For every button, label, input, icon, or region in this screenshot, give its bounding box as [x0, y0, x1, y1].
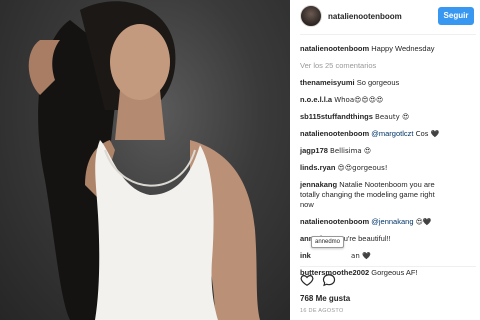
follow-button[interactable]: Seguir [438, 7, 474, 25]
comment-row: linds.ryan 😍😍gorgeous! [300, 163, 476, 173]
caption-user[interactable]: natalienootenboom [300, 44, 369, 53]
view-all-comments-link[interactable]: Ver los 25 comentarios [300, 61, 476, 71]
comment-text: Bellisima 😍 [330, 147, 372, 155]
post-details-panel: natalienootenboom Seguir natalienootenbo… [290, 0, 480, 320]
comment-text-continued: totally changing the modeling game right [300, 190, 435, 199]
speech-bubble-icon[interactable] [322, 273, 336, 287]
likes-count[interactable]: 768 Me gusta [300, 294, 350, 303]
header-username[interactable]: natalienootenboom [328, 12, 438, 21]
portrait-illustration [28, 1, 260, 320]
comment-mention[interactable]: @margotlczt [371, 129, 413, 138]
comment-row: jennakang Natalie Nootenboom you are [300, 180, 476, 190]
comment-row: n.o.e.l.l.a Whoa😍😍😍😍 [300, 95, 476, 105]
comment-row: natalienootenboom @margotlczt Cos 🖤 [300, 129, 476, 139]
comment-row: thenameisyumi So gorgeous [300, 78, 476, 88]
comment-text: Natalie Nootenboom you are [339, 180, 435, 189]
comment-user[interactable]: natalienootenboom [300, 217, 369, 226]
actions-divider [300, 266, 476, 267]
comment-text: 😍🖤 [415, 218, 432, 226]
comment-user[interactable]: linds.ryan [300, 163, 335, 172]
post-actions [300, 272, 344, 288]
comment-user[interactable]: sb115stuffandthings [300, 112, 373, 121]
comment-user[interactable]: natalienootenboom [300, 129, 369, 138]
comment-text: Whoa😍😍😍😍 [334, 96, 384, 104]
comment-user[interactable]: n.o.e.l.l.a [300, 95, 332, 104]
comment-text: an 🖤 [351, 252, 371, 260]
comment-mention[interactable]: @jennakang [371, 217, 413, 226]
comment-text: Beauty 😍 [375, 113, 410, 121]
comment-text: Cos 🖤 [415, 130, 440, 138]
comment-user[interactable]: jagp178 [300, 146, 328, 155]
comment-user[interactable]: ink [300, 251, 311, 260]
caption: natalienootenboom Happy Wednesday [300, 44, 476, 54]
comment-text: So gorgeous [356, 78, 400, 87]
post-header: natalienootenboom Seguir [290, 0, 480, 32]
comment-text-continued: now [300, 200, 314, 209]
comment-text: 😍😍gorgeous! [337, 164, 388, 172]
comment-row: sb115stuffandthings Beauty 😍 [300, 112, 476, 122]
heart-outline-icon[interactable] [300, 273, 314, 287]
comment-row: ink an 🖤 [300, 251, 476, 261]
comment-row: jagp178 Bellisima 😍 [300, 146, 476, 156]
caption-text: Happy Wednesday [371, 44, 435, 53]
username-tooltip: annedmo [311, 236, 345, 248]
comment-text: Gorgeous AF! [371, 268, 418, 277]
avatar[interactable] [300, 5, 322, 27]
post-photo[interactable] [0, 0, 290, 320]
comment-row: natalienootenboom @jennakang 😍🖤 [300, 217, 476, 227]
header-divider [300, 34, 476, 35]
comment-user[interactable]: jennakang [300, 180, 337, 189]
comment-user[interactable]: thenameisyumi [300, 78, 355, 87]
post-date: 16 DE AGOSTO [300, 308, 344, 314]
